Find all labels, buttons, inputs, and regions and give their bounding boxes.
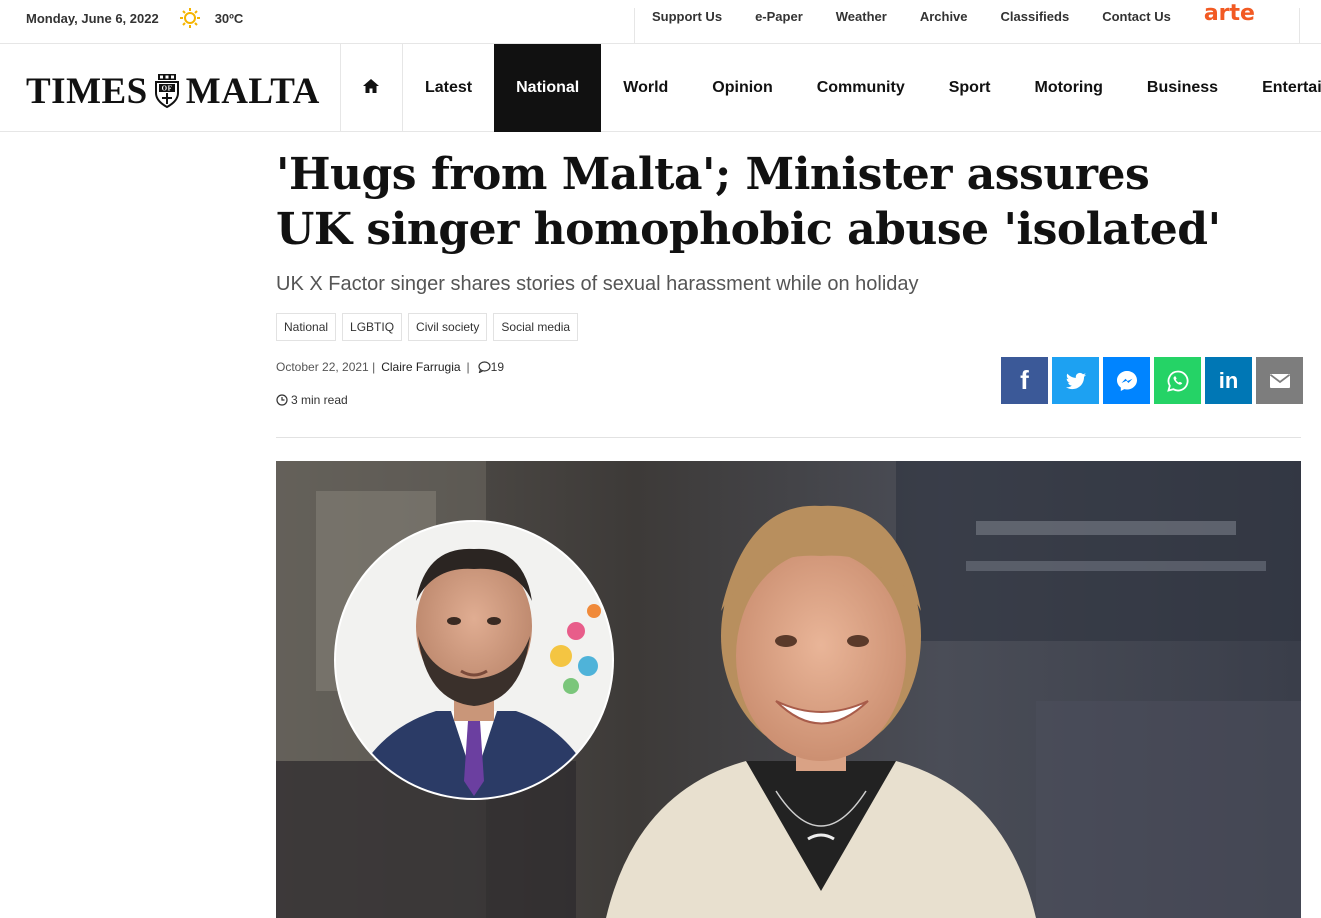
- date-weather: Monday, June 6, 2022 30ºC: [26, 8, 243, 28]
- whatsapp-icon: [1166, 370, 1188, 392]
- nav-national[interactable]: National: [494, 44, 602, 132]
- twitter-share-button[interactable]: [1052, 357, 1099, 404]
- read-time-label: 3 min read: [291, 393, 348, 407]
- top-utility-bar: Monday, June 6, 2022 30ºC Support Us e-P…: [0, 0, 1321, 44]
- clock-icon: [276, 394, 288, 406]
- nav-sport[interactable]: Sport: [927, 44, 1013, 132]
- nav-entertainment[interactable]: Entertai: [1240, 44, 1321, 132]
- messenger-share-button[interactable]: [1103, 357, 1150, 404]
- arte-logo[interactable]: arte: [1204, 3, 1255, 25]
- nav-home[interactable]: [341, 44, 403, 132]
- divider: [1299, 8, 1300, 44]
- home-icon: [362, 78, 380, 99]
- tag-civil-society[interactable]: Civil society: [408, 313, 488, 341]
- nav-community[interactable]: Community: [795, 44, 927, 132]
- e-paper-link[interactable]: e-Paper: [755, 8, 803, 26]
- support-us-link[interactable]: Support Us: [652, 8, 722, 26]
- facebook-share-button[interactable]: f: [1001, 357, 1048, 404]
- share-buttons: f in: [1001, 357, 1303, 404]
- whatsapp-share-button[interactable]: [1154, 357, 1201, 404]
- article-date: October 22, 2021 |: [276, 360, 376, 374]
- tag-social-media[interactable]: Social media: [493, 313, 579, 341]
- crest-icon: OF: [152, 73, 182, 111]
- article-tags: National LGBTIQ Civil society Social med…: [276, 313, 579, 341]
- comment-count[interactable]: 19: [491, 360, 504, 374]
- article-divider: [276, 437, 1301, 438]
- svg-text:OF: OF: [161, 84, 172, 92]
- hero-photo: [276, 461, 1301, 918]
- nav-business[interactable]: Business: [1125, 44, 1240, 132]
- messenger-icon: [1116, 370, 1137, 391]
- nav-world[interactable]: World: [601, 44, 690, 132]
- nav-opinion[interactable]: Opinion: [690, 44, 794, 132]
- nav-items: Latest National World Opinion Community …: [341, 44, 1321, 132]
- sun-icon: [177, 8, 203, 28]
- facebook-icon: f: [1020, 365, 1029, 395]
- article-standfirst: UK X Factor singer shares stories of sex…: [276, 273, 919, 295]
- nav-latest[interactable]: Latest: [403, 44, 494, 132]
- envelope-icon: [1269, 373, 1290, 388]
- article-hero-image: [276, 461, 1301, 918]
- classifieds-link[interactable]: Classifieds: [1001, 8, 1070, 26]
- contact-us-link[interactable]: Contact Us: [1102, 8, 1171, 26]
- logo-word-malta: MALTA: [185, 71, 320, 112]
- comment-icon[interactable]: [478, 361, 491, 374]
- linkedin-share-button[interactable]: in: [1205, 357, 1252, 404]
- meta-separator: |: [466, 360, 470, 374]
- article-author[interactable]: Claire Farrugia: [381, 360, 460, 374]
- logo-word-times: TIMES: [26, 71, 148, 112]
- site-logo[interactable]: TIMES OF MALTA: [26, 70, 320, 113]
- twitter-icon: [1065, 372, 1086, 389]
- nav-motoring[interactable]: Motoring: [1013, 44, 1125, 132]
- main-navigation: TIMES OF MALTA Latest National World Opi…: [0, 44, 1321, 132]
- email-share-button[interactable]: [1256, 357, 1303, 404]
- linkedin-icon: in: [1218, 367, 1239, 393]
- weather-link[interactable]: Weather: [836, 8, 887, 26]
- article-meta: October 22, 2021 | Claire Farrugia | 19: [276, 360, 504, 374]
- article-headline: 'Hugs from Malta'; Minister assures UK s…: [276, 149, 1221, 255]
- utility-links: Support Us e-Paper Weather Archive Class…: [634, 3, 1300, 44]
- read-time: 3 min read: [276, 393, 348, 407]
- temperature: 30ºC: [214, 10, 244, 26]
- tag-national[interactable]: National: [276, 313, 337, 341]
- tag-lgbtiq[interactable]: LGBTIQ: [342, 313, 403, 341]
- archive-link[interactable]: Archive: [920, 8, 968, 26]
- current-date: Monday, June 6, 2022: [26, 10, 159, 26]
